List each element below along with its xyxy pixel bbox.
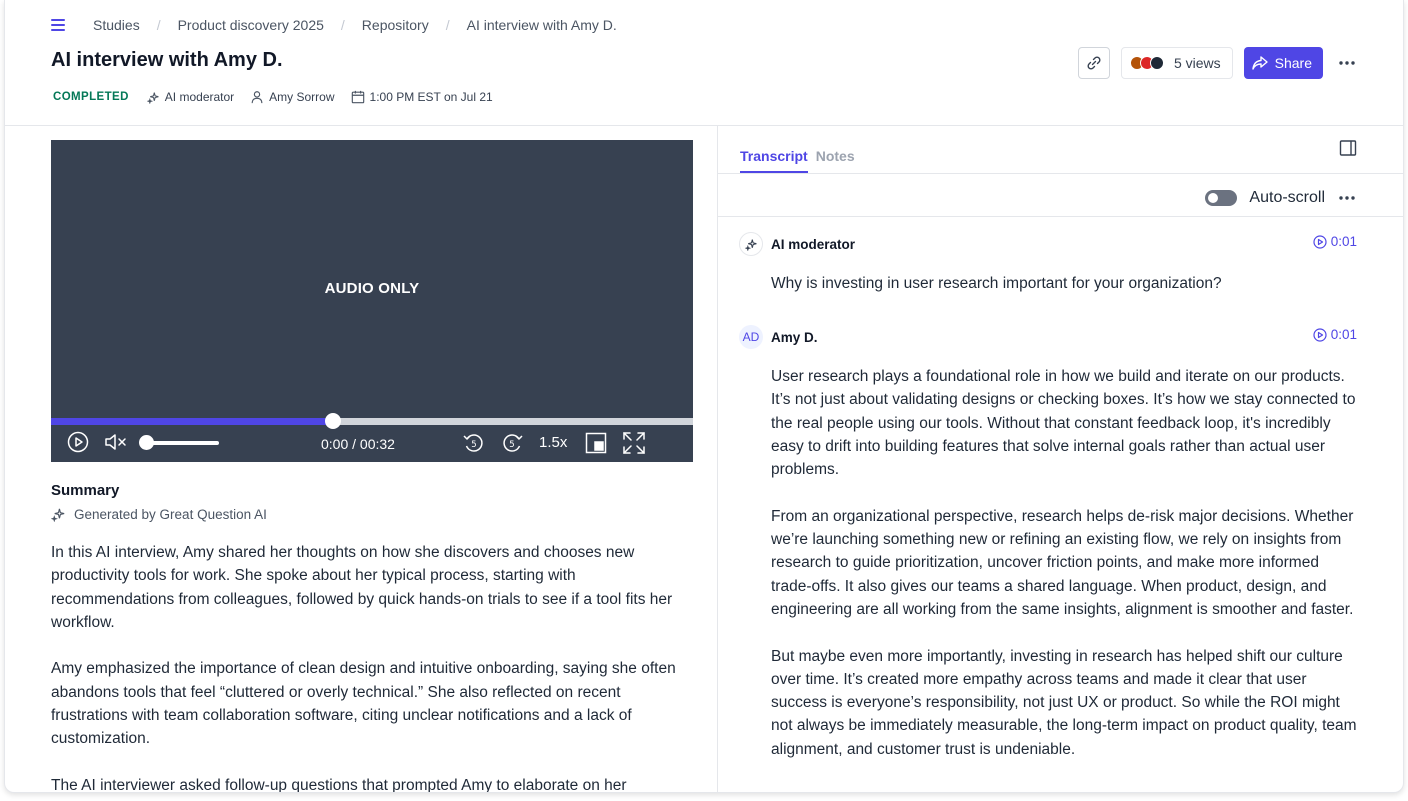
hamburger-menu-icon[interactable]	[51, 19, 65, 31]
panel-toggle-button[interactable]	[1339, 139, 1357, 157]
summary-paragraph: The AI interviewer asked follow-up quest…	[51, 776, 627, 793]
sparkles-icon	[146, 91, 159, 104]
speaker-name: AI moderator	[771, 236, 856, 252]
generated-by-label: Generated by Great Question AI	[74, 507, 267, 522]
summary-paragraph: Amy emphasized the importance of clean d…	[51, 660, 676, 748]
picture-in-picture-button[interactable]	[585, 432, 607, 454]
breadcrumb-current: AI interview with Amy D.	[466, 17, 617, 33]
sparkles-icon	[744, 238, 757, 251]
utterance-paragraph: Why is investing in user research import…	[771, 275, 1222, 292]
breadcrumb-repository[interactable]: Repository	[362, 17, 429, 33]
fullscreen-icon	[623, 432, 645, 454]
transcript-speaker: AI moderator	[739, 232, 855, 256]
avatar: AD	[739, 325, 763, 349]
utterance-paragraph: But maybe even more importantly, investi…	[771, 647, 1357, 758]
share-button[interactable]: Share	[1243, 47, 1323, 79]
toggle-knob	[1208, 193, 1219, 203]
play-button[interactable]	[67, 431, 89, 453]
page-title: AI interview with Amy D.	[51, 49, 283, 71]
autoscroll-toggle[interactable]	[1205, 190, 1238, 206]
breadcrumb-separator: /	[340, 17, 345, 33]
interview-datetime: 1:00 PM EST on Jul 21	[369, 90, 493, 104]
progress-fill	[51, 418, 334, 425]
breadcrumb-separator: /	[445, 17, 450, 33]
datetime-meta: 1:00 PM EST on Jul 21	[351, 90, 493, 104]
sidebar-panel-icon	[1339, 140, 1357, 156]
playback-speed-button[interactable]: 1.5x	[539, 434, 567, 451]
moderator-label: AI moderator	[164, 90, 235, 104]
tab-notes[interactable]: Notes	[816, 148, 855, 173]
volume-thumb[interactable]	[138, 435, 154, 450]
play-circle-icon	[1313, 327, 1327, 342]
summary-title: Summary	[51, 482, 120, 499]
share-label: Share	[1274, 55, 1312, 71]
transcript-utterance: User research plays a foundational role …	[771, 365, 1361, 784]
audio-only-label: AUDIO ONLY	[324, 280, 420, 297]
ellipsis-icon	[1339, 196, 1355, 200]
tab-transcript[interactable]: Transcript	[740, 148, 808, 173]
picture-in-picture-icon	[585, 432, 607, 454]
participant-meta[interactable]: Amy Sorrow	[250, 90, 335, 104]
transcript-timestamp[interactable]: 0:01	[1313, 327, 1357, 342]
header-divider	[5, 125, 1403, 126]
breadcrumb: Studies / Product discovery 2025 / Repos…	[51, 17, 617, 33]
breadcrumb-study[interactable]: Product discovery 2025	[178, 17, 324, 33]
breadcrumb-separator: /	[156, 17, 161, 33]
volume-slider[interactable]	[143, 441, 219, 445]
app-window: Studies / Product discovery 2025 / Repos…	[4, 0, 1404, 793]
ellipsis-icon	[1339, 61, 1355, 65]
transcript-speaker: AD Amy D.	[739, 325, 818, 349]
user-icon	[251, 91, 263, 104]
breadcrumb-studies[interactable]: Studies	[93, 17, 140, 33]
utterance-paragraph: User research plays a foundational role …	[771, 368, 1356, 479]
more-options-button[interactable]	[1335, 51, 1359, 75]
tabs-divider	[718, 173, 1403, 174]
play-icon	[67, 431, 89, 453]
speaker-name: Amy D.	[771, 329, 818, 345]
generated-by: Generated by Great Question AI	[51, 507, 267, 522]
share-icon	[1251, 56, 1268, 70]
pane-divider	[717, 126, 718, 792]
views-count: 5 views	[1173, 55, 1221, 71]
forward-5-icon: 5	[503, 434, 523, 452]
ai-moderator-avatar	[739, 232, 763, 256]
summary-body: In this AI interview, Amy shared her tho…	[51, 541, 699, 793]
copy-link-button[interactable]	[1077, 47, 1110, 79]
player-controls: 0:00 / 00:32 5 5 1.5x	[51, 425, 693, 462]
rewind-5-icon: 5	[463, 434, 483, 452]
link-icon	[1087, 56, 1101, 70]
autoscroll-label: Auto-scroll	[1249, 189, 1325, 206]
fullscreen-button[interactable]	[622, 431, 646, 455]
participant-name: Amy Sorrow	[269, 90, 335, 104]
transcript-more-button[interactable]	[1335, 186, 1359, 210]
mute-button[interactable]	[104, 432, 128, 452]
autoscroll-control: Auto-scroll	[1205, 186, 1359, 210]
moderator-meta: AI moderator	[146, 90, 235, 104]
progress-bar[interactable]	[51, 413, 693, 429]
timestamp-label: 0:01	[1330, 327, 1357, 342]
views-button[interactable]: 5 views	[1120, 47, 1233, 79]
avatar	[1149, 56, 1164, 70]
play-circle-icon	[1313, 234, 1327, 249]
status-badge: COMPLETED	[53, 91, 129, 103]
utterance-paragraph: From an organizational perspective, rese…	[771, 507, 1354, 618]
calendar-icon	[351, 90, 364, 104]
volume-muted-icon	[105, 434, 126, 450]
autoscroll-divider	[718, 216, 1403, 217]
header-actions: 5 views Share	[1077, 47, 1359, 79]
summary-paragraph: In this AI interview, Amy shared her tho…	[51, 544, 673, 631]
transcript-timestamp[interactable]: 0:01	[1313, 234, 1357, 249]
forward-5-button[interactable]: 5	[500, 431, 524, 455]
sparkles-icon	[51, 508, 65, 522]
svg-text:5: 5	[471, 440, 476, 450]
timestamp-label: 0:01	[1330, 234, 1357, 249]
time-readout: 0:00 / 00:32	[321, 436, 395, 452]
rewind-5-button[interactable]: 5	[462, 431, 486, 455]
viewer-avatars	[1129, 56, 1164, 70]
interview-meta: COMPLETED AI moderator Amy Sorrow 1:00 P…	[53, 90, 509, 104]
transcript-tabs: Transcript Notes	[740, 148, 863, 173]
svg-text:5: 5	[509, 440, 514, 450]
media-player[interactable]: AUDIO ONLY 0:00 / 00:32 5 5 1.5x	[51, 140, 693, 462]
transcript-utterance: Why is investing in user research import…	[771, 272, 1361, 319]
